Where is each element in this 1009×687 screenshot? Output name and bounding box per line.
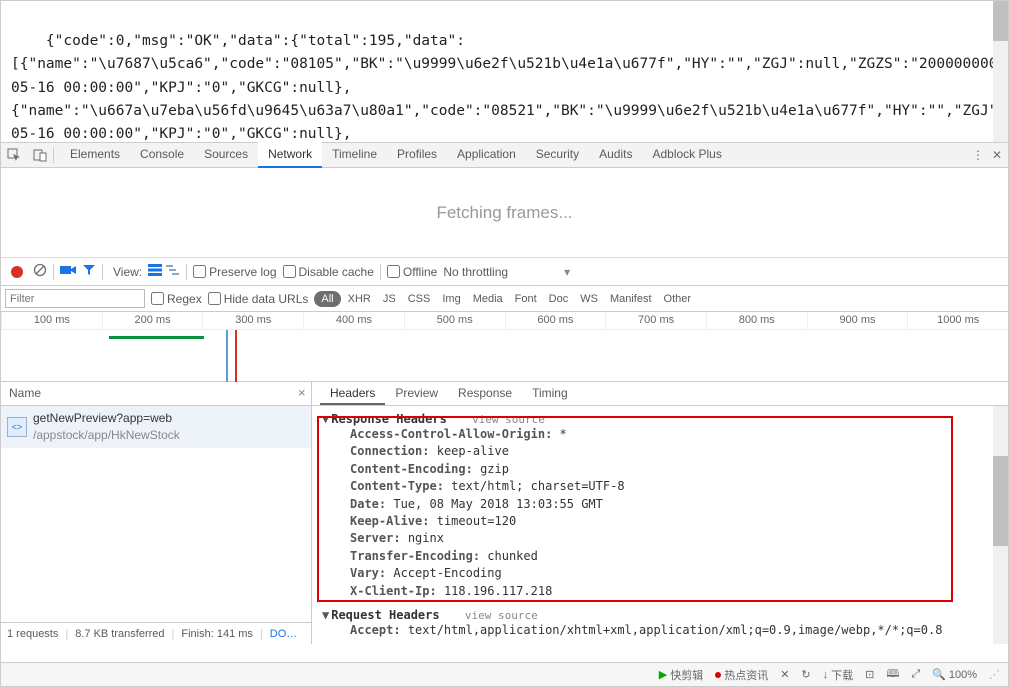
devtools-tab-bar: ElementsConsoleSourcesNetworkTimelinePro… — [1, 142, 1008, 168]
response-header-line: Transfer-Encoding: chunked — [322, 548, 998, 565]
record-button[interactable] — [11, 266, 23, 278]
download-button[interactable]: ↓ 下载 — [823, 667, 854, 683]
request-row[interactable]: <> getNewPreview?app=web /appstock/app/H… — [1, 406, 311, 448]
filter-type-xhr[interactable]: XHR — [343, 291, 376, 307]
timeline-tick: 100 ms — [1, 312, 102, 329]
detail-tab-timing[interactable]: Timing — [522, 382, 578, 405]
timeline-tick: 900 ms — [807, 312, 908, 329]
devtools-tab-elements[interactable]: Elements — [60, 142, 130, 168]
response-header-line: Date: Tue, 08 May 2018 13:03:55 GMT — [322, 496, 998, 513]
close-devtools-icon[interactable]: ✕ — [992, 148, 1002, 162]
timeline-tick: 400 ms — [303, 312, 404, 329]
detail-tab-headers[interactable]: Headers — [320, 382, 385, 405]
waterfall-icon[interactable] — [166, 264, 180, 279]
filter-type-manifest[interactable]: Manifest — [605, 291, 657, 307]
view-source-link[interactable]: view source — [472, 413, 545, 426]
expand-icon[interactable]: ⤢ — [911, 668, 920, 681]
request-name: getNewPreview?app=web — [33, 410, 180, 427]
close-details-icon[interactable]: × — [298, 385, 306, 400]
name-column-header[interactable]: Name — [1, 382, 311, 406]
timeline-tick: 200 ms — [102, 312, 203, 329]
hotnews-button[interactable]: 热点资讯 — [715, 667, 768, 683]
timeline-tick: 300 ms — [202, 312, 303, 329]
devtools-tab-timeline[interactable]: Timeline — [322, 142, 387, 168]
refresh-icon[interactable]: ↻ — [801, 668, 810, 681]
filter-type-js[interactable]: JS — [378, 291, 401, 307]
frames-loading-message: Fetching frames... — [1, 168, 1008, 258]
timeline-tick: 700 ms — [605, 312, 706, 329]
timeline-tick: 500 ms — [404, 312, 505, 329]
request-header-line: Accept: text/html,application/xhtml+xml,… — [322, 622, 998, 639]
devtools-tab-sources[interactable]: Sources — [194, 142, 258, 168]
detail-tab-response[interactable]: Response — [448, 382, 522, 405]
regex-checkbox[interactable]: Regex — [151, 292, 202, 306]
response-header-line: Access-Control-Allow-Origin: * — [322, 426, 998, 443]
notes-icon[interactable]: 🕮 — [886, 665, 899, 684]
pip-icon[interactable]: ⊡ — [865, 668, 874, 681]
filter-type-other[interactable]: Other — [659, 291, 697, 307]
timeline-tick: 600 ms — [505, 312, 606, 329]
request-list: Name <> getNewPreview?app=web /appstock/… — [1, 382, 312, 644]
json-scrollbar[interactable] — [993, 1, 1008, 142]
quickcut-button[interactable]: ▶快剪辑 — [659, 667, 703, 683]
screenshot-icon[interactable] — [60, 264, 76, 279]
response-headers-section[interactable]: ▼Response Headers view source — [322, 412, 998, 426]
response-header-line: X-Client-Ip: 118.196.117.218 — [322, 583, 998, 600]
timeline-tick: 1000 ms — [907, 312, 1008, 329]
view-label: View: — [113, 265, 142, 279]
devtools-tab-console[interactable]: Console — [130, 142, 194, 168]
large-rows-icon[interactable] — [148, 264, 162, 279]
throttling-select[interactable]: No throttling — [443, 265, 508, 279]
filter-type-doc[interactable]: Doc — [544, 291, 574, 307]
filter-toggle-icon[interactable] — [82, 263, 96, 280]
throttle-caret-icon[interactable]: ▾ — [564, 265, 570, 279]
network-toolbar: View: Preserve log Disable cache Offline… — [1, 258, 1008, 286]
network-timeline[interactable]: 100 ms200 ms300 ms400 ms500 ms600 ms700 … — [1, 312, 1008, 382]
response-json-preview: {"code":0,"msg":"OK","data":{"total":195… — [1, 1, 1008, 142]
preserve-log-checkbox[interactable]: Preserve log — [193, 265, 276, 279]
devtools-tab-audits[interactable]: Audits — [589, 142, 642, 168]
filter-type-ws[interactable]: WS — [575, 291, 603, 307]
disable-cache-checkbox[interactable]: Disable cache — [283, 265, 374, 279]
detail-tab-preview[interactable]: Preview — [385, 382, 448, 405]
json-text: {"code":0,"msg":"OK","data":{"total":195… — [11, 33, 1008, 142]
filter-type-font[interactable]: Font — [510, 291, 542, 307]
request-headers-section[interactable]: ▼Request Headers view source — [322, 608, 998, 622]
filter-input[interactable] — [5, 289, 145, 308]
filter-type-media[interactable]: Media — [468, 291, 508, 307]
devtools-tab-application[interactable]: Application — [447, 142, 526, 168]
filter-type-all[interactable]: All — [314, 291, 340, 307]
request-path: /appstock/app/HkNewStock — [33, 427, 180, 444]
filter-type-img[interactable]: Img — [437, 291, 465, 307]
response-header-line: Connection: keep-alive — [322, 443, 998, 460]
view-source-link[interactable]: view source — [465, 609, 538, 622]
clear-button[interactable] — [33, 263, 47, 280]
devtools-tab-security[interactable]: Security — [526, 142, 589, 168]
devtools-tab-profiles[interactable]: Profiles — [387, 142, 447, 168]
response-header-line: Server: nginx — [322, 530, 998, 547]
timeline-tick: 800 ms — [706, 312, 807, 329]
resize-grip-icon[interactable]: ⋰ — [989, 668, 1000, 681]
response-header-line: Content-Type: text/html; charset=UTF-8 — [322, 478, 998, 495]
network-filter-row: Regex Hide data URLs AllXHRJSCSSImgMedia… — [1, 286, 1008, 312]
devtools-tab-adblock-plus[interactable]: Adblock Plus — [642, 142, 731, 168]
devtools-tab-network[interactable]: Network — [258, 142, 322, 168]
details-scrollbar[interactable] — [993, 406, 1008, 644]
filter-type-css[interactable]: CSS — [403, 291, 436, 307]
request-details-panel: × HeadersPreviewResponseTiming ▼Response… — [312, 382, 1008, 644]
mute-icon[interactable]: ✕ — [780, 668, 789, 681]
hide-data-urls-checkbox[interactable]: Hide data URLs — [208, 292, 309, 306]
response-header-line: Keep-Alive: timeout=120 — [322, 513, 998, 530]
more-icon[interactable]: ⋮ — [972, 148, 984, 162]
response-header-line: Content-Encoding: gzip — [322, 461, 998, 478]
offline-checkbox[interactable]: Offline — [387, 265, 437, 279]
request-type-icon: <> — [7, 417, 27, 437]
network-status-bar: 1 requests| 8.7 KB transferred| Finish: … — [1, 622, 311, 644]
zoom-level[interactable]: 🔍 100% — [932, 668, 977, 681]
response-header-line: Vary: Accept-Encoding — [322, 565, 998, 582]
inspect-icon[interactable] — [4, 145, 24, 165]
device-icon[interactable] — [30, 145, 50, 165]
browser-taskbar: ▶快剪辑 热点资讯 ✕ ↻ ↓ 下载 ⊡ 🕮 ⤢ 🔍 100% ⋰ — [1, 662, 1008, 686]
